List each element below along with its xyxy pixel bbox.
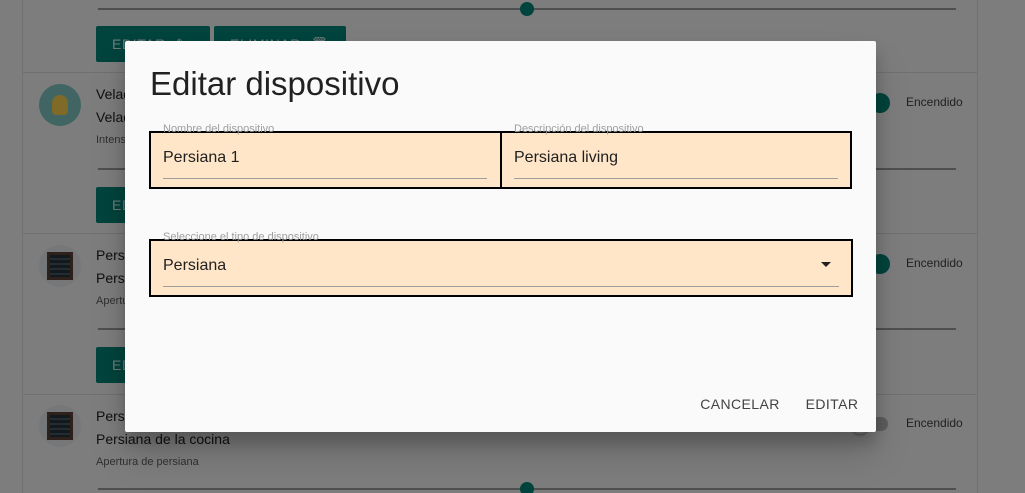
device-name-field[interactable]: Nombre del dispositivo Persiana 1 <box>149 123 502 189</box>
field-underline <box>514 178 838 179</box>
device-type-value: Persiana <box>163 257 227 274</box>
device-type-label: Seleccione el tipo de dispositivo <box>163 231 319 243</box>
device-name-label: Nombre del dispositivo <box>163 123 275 135</box>
field-underline <box>163 178 487 179</box>
device-description-input[interactable]: Persiana living <box>514 149 618 167</box>
cancel-button[interactable]: CANCELAR <box>695 386 785 422</box>
device-type-select[interactable]: Seleccione el tipo de dispositivo Persia… <box>149 231 853 297</box>
field-underline <box>163 286 839 287</box>
device-description-field[interactable]: Descripción del dispositivo Persiana liv… <box>500 123 852 189</box>
submit-edit-button[interactable]: EDITAR <box>800 386 864 422</box>
device-name-input[interactable]: Persiana 1 <box>163 149 240 167</box>
device-description-label: Descripción del dispositivo <box>514 123 644 135</box>
dialog-title: Editar dispositivo <box>150 65 400 102</box>
edit-device-dialog: Editar dispositivo Nombre del dispositiv… <box>125 41 876 432</box>
caret-down-icon[interactable] <box>821 262 831 267</box>
